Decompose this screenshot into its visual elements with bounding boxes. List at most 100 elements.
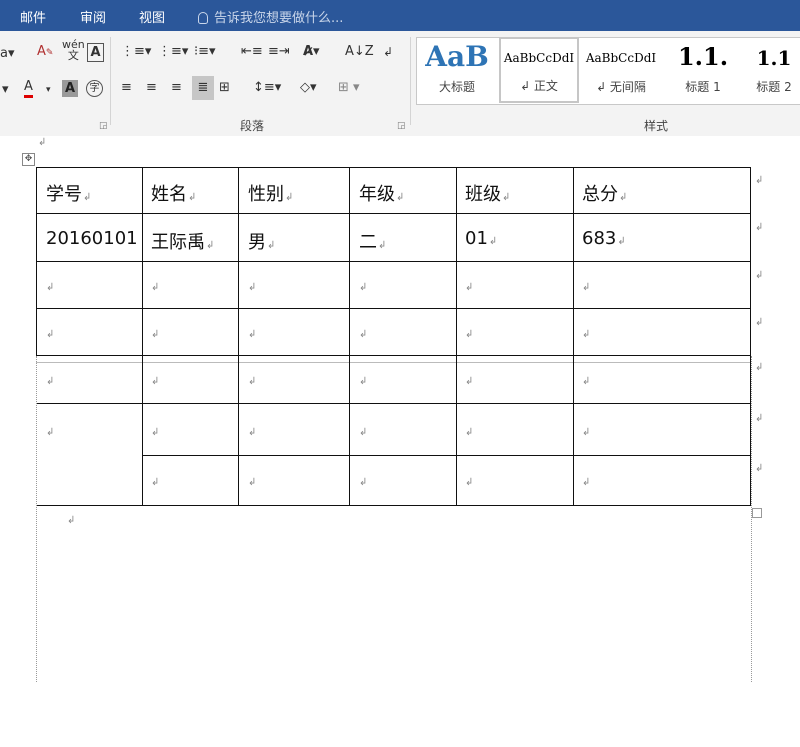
styles-gallery: AaB 大标题 AaBbCcDdI ↲ 正文 AaBbCcDdI ↲ 无间隔 1…: [416, 37, 800, 105]
character-shading-icon[interactable]: A: [62, 80, 78, 97]
table-cell[interactable]: 683↲: [582, 228, 626, 249]
multilevel-list-icon[interactable]: ⁝≡▾: [194, 43, 216, 61]
increase-indent-icon[interactable]: ≡⇥: [268, 43, 290, 61]
table-header-cell[interactable]: 学号↲: [46, 180, 91, 206]
empty-cell-mark: ↲: [151, 329, 160, 340]
clear-format-icon[interactable]: A✎: [37, 43, 53, 62]
font-dialog-launcher-icon[interactable]: ◲: [99, 121, 108, 131]
empty-cell-mark: ↲: [582, 427, 591, 438]
empty-cell-mark: ↲: [248, 282, 257, 293]
align-center-icon[interactable]: ≡: [146, 79, 157, 97]
character-border-icon[interactable]: A: [87, 43, 104, 62]
table-cell[interactable]: 男↲: [248, 228, 275, 254]
table-cell[interactable]: 20160101: [46, 228, 140, 249]
text-boundary: [36, 356, 37, 682]
font-color-icon[interactable]: A: [24, 79, 33, 98]
empty-cell-mark: ↲: [359, 376, 368, 387]
table-split-line: [36, 362, 751, 363]
empty-cell-mark: ↲: [465, 282, 474, 293]
empty-cell-mark: ↲: [359, 427, 368, 438]
borders-icon[interactable]: ⊞ ▾: [338, 79, 360, 97]
table-border: [573, 167, 574, 506]
table-resize-handle[interactable]: [752, 508, 762, 518]
group-separator: [110, 37, 111, 125]
table-move-handle-icon[interactable]: ✥: [22, 153, 35, 166]
row-end-mark: ↲: [755, 317, 764, 328]
style-heading-big[interactable]: AaB 大标题: [417, 38, 497, 102]
table-cell[interactable]: 二↲: [359, 228, 386, 254]
table-header-cell[interactable]: 年级↲: [359, 180, 404, 206]
table-border: [36, 308, 751, 309]
table-cell[interactable]: 王际禹↲: [151, 228, 214, 254]
decrease-indent-icon[interactable]: ⇤≡: [241, 43, 263, 61]
empty-cell-mark: ↲: [359, 329, 368, 340]
tab-view[interactable]: 视图: [139, 7, 165, 26]
empty-cell-mark: ↲: [465, 477, 474, 488]
highlight-color-icon[interactable]: ▾: [2, 81, 9, 99]
table-header-cell[interactable]: 性别↲: [248, 180, 293, 206]
table-header-cell[interactable]: 班级↲: [465, 180, 510, 206]
table-cell[interactable]: 01↲: [465, 228, 497, 249]
align-right-icon[interactable]: ≡: [171, 79, 182, 97]
row-end-mark: ↲: [755, 463, 764, 474]
empty-cell-mark: ↲: [582, 376, 591, 387]
show-formatting-marks-icon[interactable]: ↲: [383, 43, 393, 61]
table-border: [349, 167, 350, 506]
ribbon: a▾ A✎ wén 文 A ▾ A ▾ A 字 ⋮≡▾ ⋮≡▾ ⁝≡▾ ⇤≡ ≡⇥…: [0, 31, 800, 137]
distributed-icon[interactable]: ⊞: [219, 79, 230, 97]
text-boundary: [751, 356, 752, 682]
row-end-mark: ↲: [755, 222, 764, 233]
tab-review[interactable]: 审阅: [80, 7, 106, 26]
empty-cell-mark: ↲: [465, 427, 474, 438]
empty-cell-mark: ↲: [151, 282, 160, 293]
empty-cell-mark: ↲: [359, 282, 368, 293]
empty-cell-mark: ↲: [151, 477, 160, 488]
tell-me-box[interactable]: 告诉我您想要做什么...: [198, 7, 343, 26]
empty-cell-mark: ↲: [248, 329, 257, 340]
styles-group-label: 样式: [644, 119, 669, 133]
empty-cell-mark: ↲: [465, 376, 474, 387]
style-no-spacing[interactable]: AaBbCcDdI ↲ 无间隔: [581, 38, 661, 102]
empty-cell-mark: ↲: [46, 376, 55, 387]
row-end-mark: ↲: [755, 413, 764, 424]
empty-cell-mark: ↲: [46, 282, 55, 293]
empty-cell-mark: ↲: [151, 376, 160, 387]
numbering-icon[interactable]: ⋮≡▾: [158, 43, 188, 61]
table-border: [36, 261, 751, 262]
empty-cell-mark: ↲: [46, 427, 55, 438]
table-border: [36, 355, 751, 356]
table-border: [36, 167, 751, 168]
change-case-icon[interactable]: a▾: [0, 45, 15, 63]
empty-cell-mark: ↲: [151, 427, 160, 438]
row-end-mark: ↲: [755, 362, 764, 373]
row-end-mark: ↲: [755, 270, 764, 281]
table-border: [238, 167, 239, 506]
line-spacing-icon[interactable]: ↕≡▾: [253, 79, 281, 97]
shading-icon[interactable]: ◇▾: [300, 79, 317, 97]
paragraph-dialog-launcher-icon[interactable]: ◲: [397, 121, 406, 131]
align-left-icon[interactable]: ≡: [121, 79, 132, 97]
empty-cell-mark: ↲: [582, 282, 591, 293]
table-header-cell[interactable]: 姓名↲: [151, 180, 196, 206]
tab-mailings[interactable]: 邮件: [20, 7, 46, 26]
paragraph-mark: ↲: [67, 515, 76, 526]
table-header-cell[interactable]: 总分↲: [582, 180, 627, 206]
tell-me-text: 告诉我您想要做什么...: [214, 11, 344, 26]
style-heading-2[interactable]: 1.1 标题 2: [739, 38, 800, 102]
sort-icon[interactable]: A↓Z: [345, 43, 374, 61]
enclose-characters-icon[interactable]: 字: [86, 80, 103, 97]
empty-cell-mark: ↲: [582, 477, 591, 488]
table-border: [36, 403, 751, 404]
paragraph-mark: ↲: [38, 137, 47, 148]
empty-cell-mark: ↲: [359, 477, 368, 488]
justify-icon[interactable]: ≣: [192, 76, 214, 100]
empty-cell-mark: ↲: [248, 477, 257, 488]
bullets-icon[interactable]: ⋮≡▾: [121, 43, 151, 61]
phonetic-guide-icon[interactable]: wén 文: [62, 39, 85, 61]
lightbulb-icon: [198, 12, 208, 24]
style-normal[interactable]: AaBbCcDdI ↲ 正文: [499, 37, 579, 103]
font-color-dropdown-icon[interactable]: ▾: [46, 81, 51, 99]
chinese-layout-icon[interactable]: A̷▾: [303, 43, 320, 61]
table-border: [36, 213, 751, 214]
style-heading-1[interactable]: 1.1. 标题 1: [663, 38, 743, 102]
